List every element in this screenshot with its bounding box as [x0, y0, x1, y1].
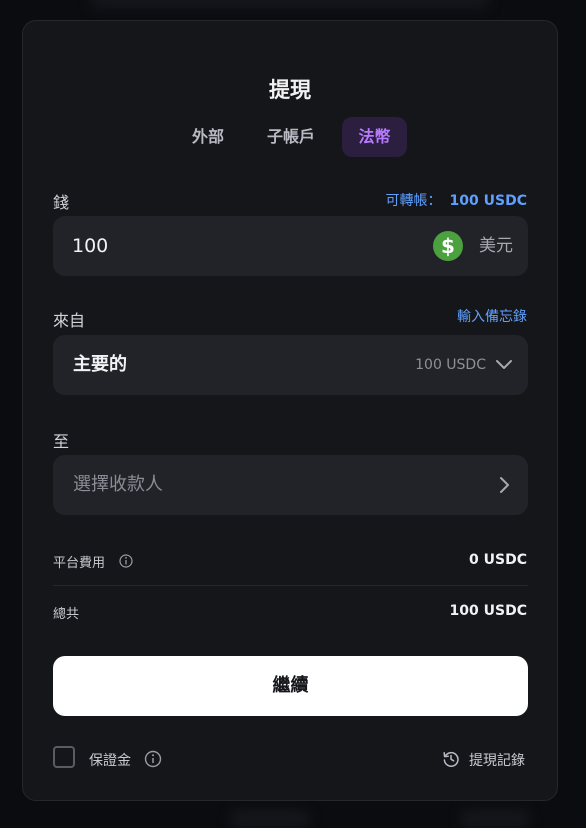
- dollar-coin-icon: $: [433, 231, 463, 261]
- margin-checkbox[interactable]: [53, 746, 75, 768]
- to-label: 至: [53, 432, 70, 451]
- tab-subaccount[interactable]: 子帳戶: [257, 117, 325, 157]
- from-account-balance: 100 USDC: [415, 357, 486, 373]
- backdrop-shape: [90, 0, 490, 8]
- fee-value: 0 USDC: [469, 552, 527, 568]
- margin-label: 保證金: [89, 753, 131, 769]
- recipient-select[interactable]: 選擇收款人: [53, 455, 528, 515]
- chevron-down-icon: [496, 360, 512, 369]
- continue-button[interactable]: 繼續: [53, 656, 528, 716]
- withdraw-tabs: 外部 子帳戶 法幣: [23, 117, 557, 157]
- amount-label: 錢: [53, 193, 70, 212]
- withdraw-history-link[interactable]: 提現記錄: [469, 750, 525, 770]
- backdrop-shape: [230, 810, 310, 828]
- memo-link[interactable]: 輸入備忘錄: [457, 306, 527, 326]
- tab-fiat[interactable]: 法幣: [342, 117, 407, 157]
- available-value: 100 USDC: [449, 193, 527, 209]
- modal-title: 提現: [269, 78, 311, 102]
- amount-value: 100: [72, 235, 109, 257]
- amount-input[interactable]: 100 $ 美元: [53, 216, 528, 276]
- backdrop-shape: [460, 810, 530, 828]
- info-icon[interactable]: [119, 554, 133, 568]
- withdraw-modal: 提現 外部 子帳戶 法幣 錢 可轉帳： 100 USDC 100 $ 美元 來自 …: [22, 20, 558, 801]
- tab-external[interactable]: 外部: [177, 117, 239, 157]
- available-balance: 可轉帳： 100 USDC: [386, 190, 527, 210]
- margin-info-icon[interactable]: [144, 750, 162, 768]
- currency-label: 美元: [479, 236, 513, 256]
- recipient-placeholder: 選擇收款人: [73, 474, 163, 495]
- from-account-name: 主要的: [73, 354, 127, 375]
- from-account-select[interactable]: 主要的 100 USDC: [53, 335, 528, 395]
- chevron-right-icon: [500, 477, 509, 493]
- from-label: 來自: [53, 311, 86, 330]
- available-label: 可轉帳：: [385, 193, 442, 209]
- total-label: 總共: [53, 607, 80, 622]
- summary-divider: [53, 585, 528, 586]
- history-icon[interactable]: [442, 750, 460, 768]
- fee-label: 平台費用: [53, 556, 106, 571]
- total-value: 100 USDC: [449, 603, 527, 619]
